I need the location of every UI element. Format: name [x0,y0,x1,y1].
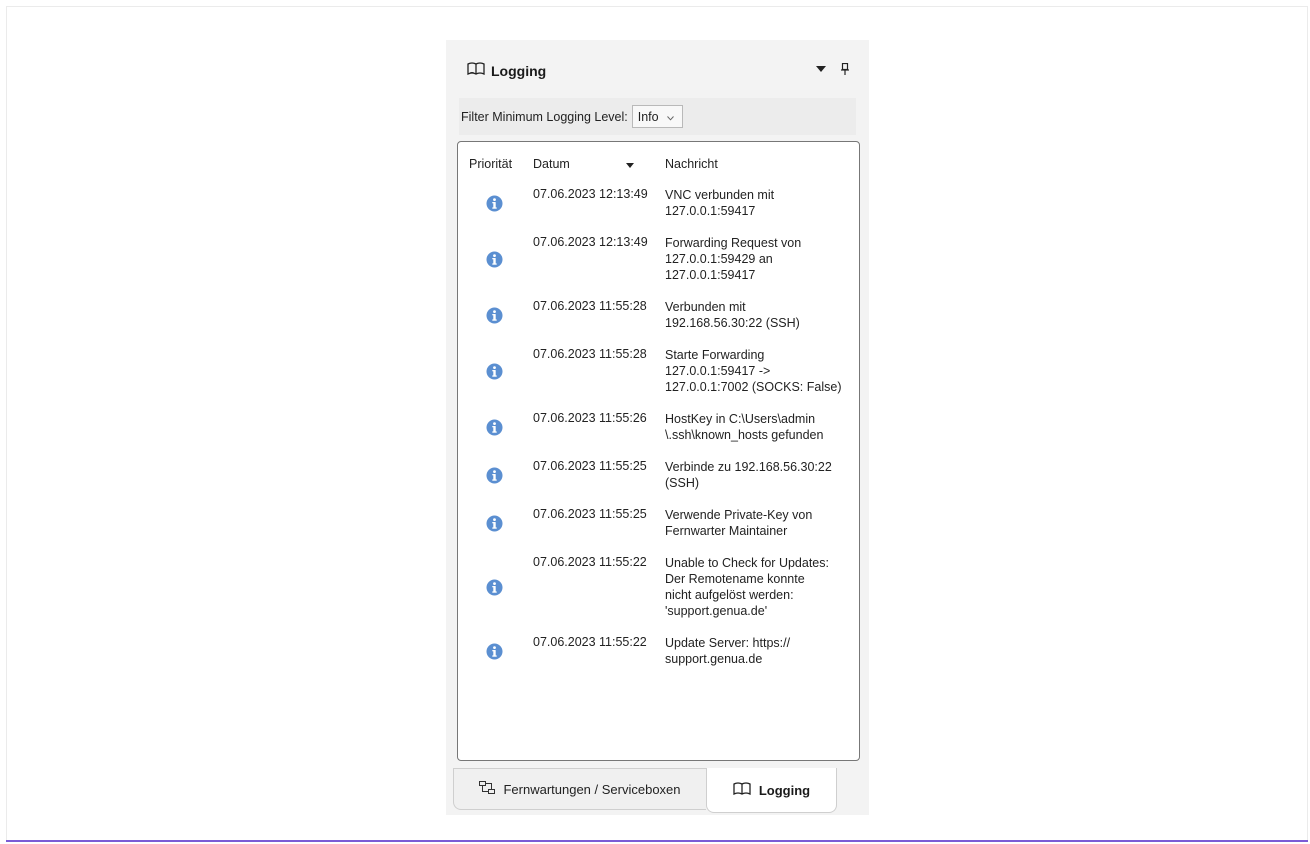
log-message: Verbinde zu 192.168.56.30:22 (SSH) [665,460,832,490]
log-date: 07.06.2023 12:13:49 [533,187,648,201]
log-row[interactable]: 07.06.2023 11:55:25 Verbinde zu 192.168.5… [458,459,859,491]
log-row[interactable]: 07.06.2023 11:55:22 Unable to Check for U… [458,555,859,619]
pin-icon[interactable] [839,62,851,76]
caret-down-icon[interactable] [815,62,827,76]
log-date: 07.06.2023 11:55:25 [533,507,647,521]
log-message: Verbunden mit 192.168.56.30:22 (SSH) [665,300,800,330]
log-message: VNC verbunden mit 127.0.0.1:59417 [665,188,775,218]
log-message: Starte Forwarding 127.0.0.1:59417 -> 127… [665,348,842,394]
log-date: 07.06.2023 11:55:28 [533,347,647,361]
log-message: HostKey in C:\Users\admin \.ssh\known_ho… [665,412,824,442]
panel-title: Logging [467,62,546,79]
logging-level-select[interactable]: Info [631,105,683,128]
info-icon [486,643,503,660]
panel-header: Logging [446,40,869,98]
tab-bar: Fernwartungen / Serviceboxen Logging [453,768,863,815]
info-icon [486,251,503,268]
log-row[interactable]: 07.06.2023 11:55:28 Verbunden mit 192.168… [458,299,859,331]
chevron-down-icon [666,110,674,124]
column-header-priority[interactable]: Priorität [469,157,512,171]
log-date: 07.06.2023 12:13:49 [533,235,648,249]
panel-header-buttons [815,62,851,76]
filter-bar: Filter Minimum Logging Level: Info [459,98,856,135]
panel-title-label: Logging [491,62,547,79]
log-date: 07.06.2023 11:55:26 [533,411,647,425]
log-message: Update Server: https:// support.genua.de [665,636,791,666]
log-date: 07.06.2023 11:55:22 [533,555,647,569]
tab-fernwartungen-label: Fernwartungen / Serviceboxen [503,781,681,797]
column-header-date[interactable]: Datum [533,157,570,171]
filter-label: Filter Minimum Logging Level: [461,109,628,124]
sort-desc-icon [625,157,635,168]
column-header-message[interactable]: Nachricht [665,157,718,171]
info-icon [486,195,503,212]
info-icon [486,467,503,484]
tab-fernwartungen[interactable]: Fernwartungen / Serviceboxen [453,768,706,810]
log-row[interactable]: 07.06.2023 12:13:49 Forwarding Request vo… [458,235,859,283]
log-date: 07.06.2023 11:55:22 [533,635,647,649]
log-row[interactable]: 07.06.2023 11:55:28 Starte Forwarding 127… [458,347,859,395]
log-message: Forwarding Request von 127.0.0.1:59429 a… [665,236,802,282]
info-icon [486,419,503,436]
log-date: 07.06.2023 11:55:28 [533,299,647,313]
info-icon [486,307,503,324]
log-message: Unable to Check for Updates: Der Remoten… [665,556,829,618]
log-row[interactable]: 07.06.2023 12:13:49 VNC verbunden mit 127… [458,187,859,219]
open-book-icon [467,62,485,79]
tab-logging-label: Logging [758,782,811,798]
log-row[interactable]: 07.06.2023 11:55:22 Update Server: https:… [458,635,859,667]
log-row[interactable]: 07.06.2023 11:55:25 Verwende Private-Key … [458,507,859,539]
log-row[interactable]: 07.06.2023 11:55:26 HostKey in C:\Users\a… [458,411,859,443]
logging-panel: Logging Filter Minimum Logging Level: In… [446,40,869,815]
open-book-icon [733,781,751,799]
info-icon [486,363,503,380]
accent-line [6,840,1308,842]
info-icon [486,579,503,596]
log-list[interactable]: Priorität Datum Nachricht 07.06.2023 12:… [457,141,860,761]
logging-level-value: Info [637,109,659,124]
info-icon [486,515,503,532]
tab-logging[interactable]: Logging [706,768,837,813]
network-icon [479,780,496,798]
log-date: 07.06.2023 11:55:25 [533,459,647,473]
log-message: Verwende Private-Key von Fernwarter Main… [665,508,813,538]
